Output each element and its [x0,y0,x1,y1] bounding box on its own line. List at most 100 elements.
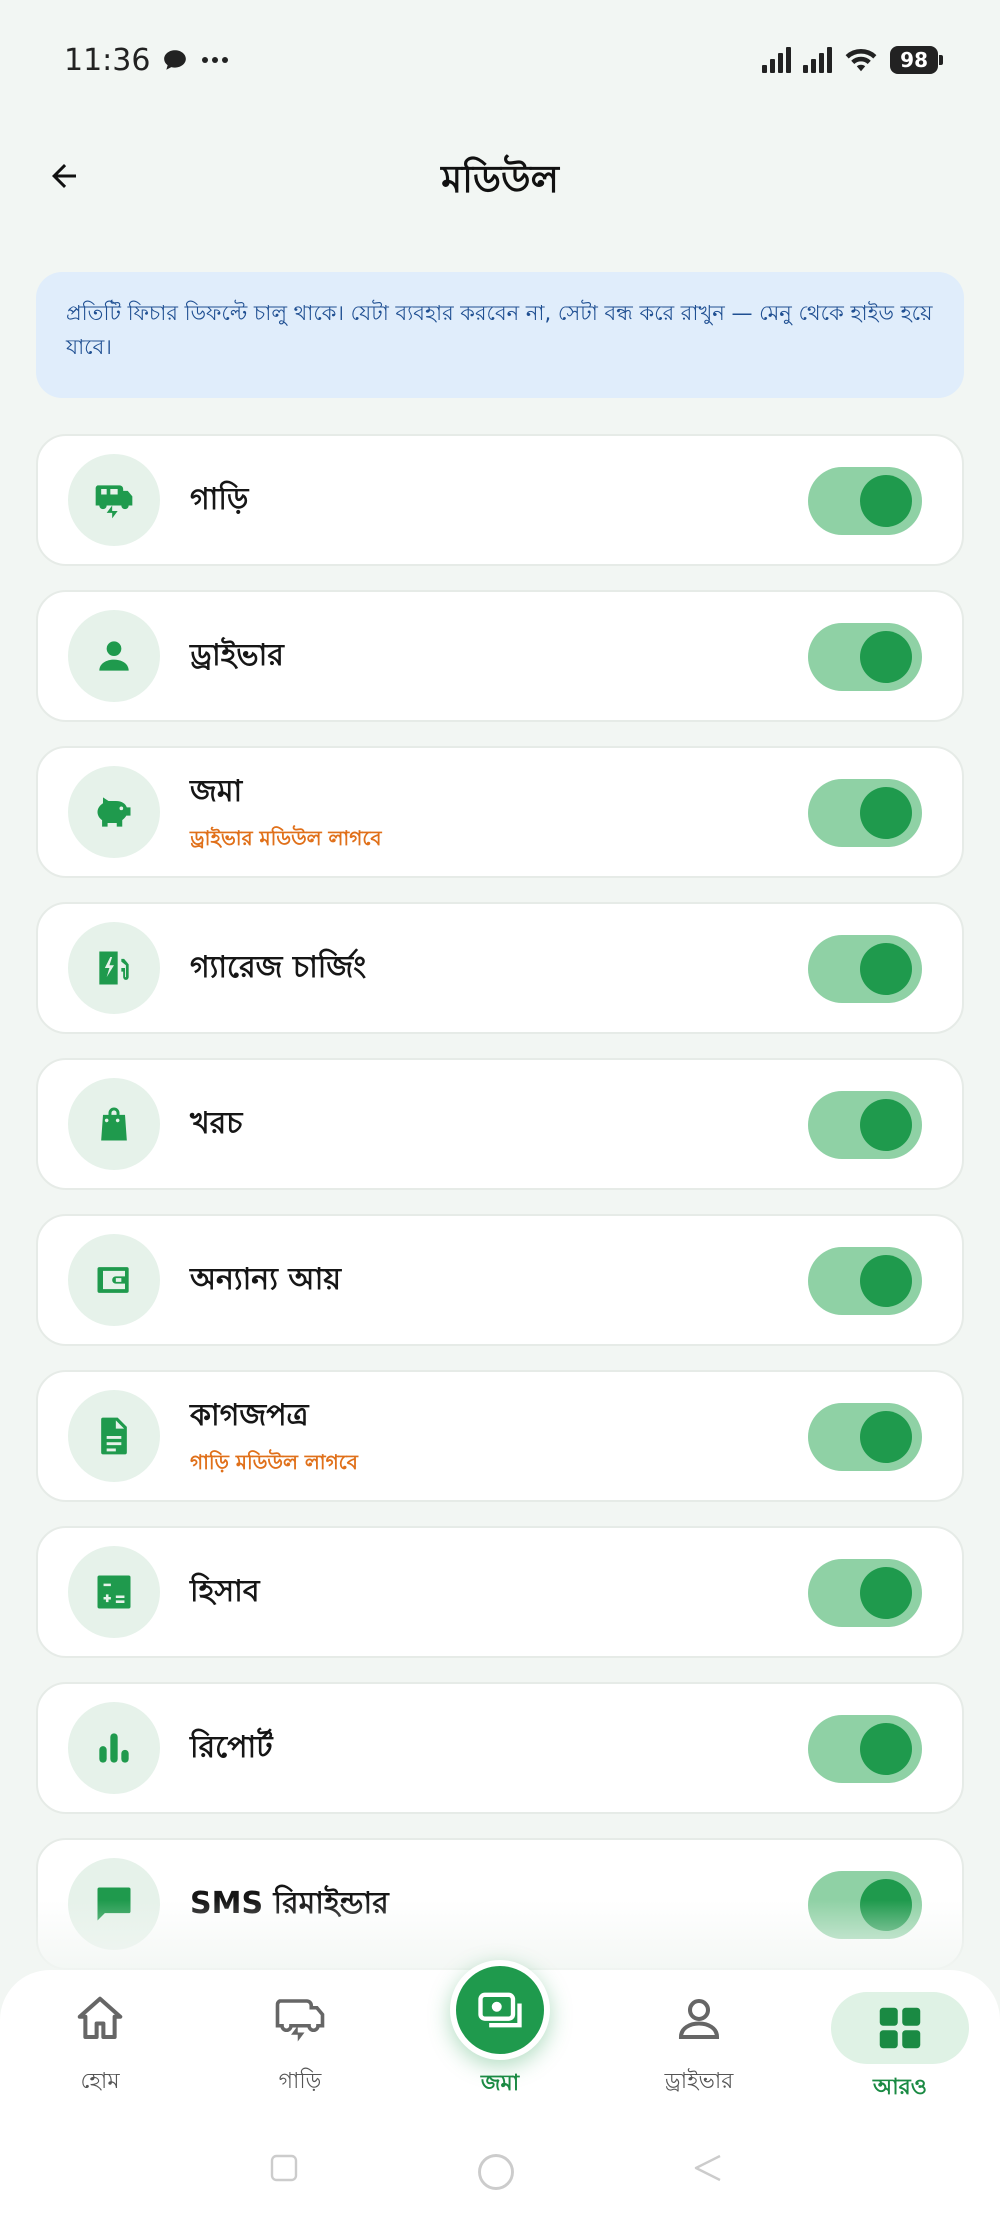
module-dependency-note: গাড়ি মডিউল লাগবে [190,1450,358,1474]
system-navigation-bar [0,2120,1000,2225]
toggle-knob [860,1723,912,1775]
piggy-bank-icon [97,797,131,827]
toggle-knob [860,631,912,683]
module-toggle-documents[interactable] [808,1403,922,1471]
module-label: অন্যান্য আয় [190,1261,342,1297]
module-card-accounts: হিসাব [36,1526,964,1658]
car-transfer-icon [95,485,133,519]
nav-active-pill [831,1992,969,2064]
module-label: ড্রাইভার [190,637,284,673]
wifi-icon [845,48,877,72]
module-card-cars: গাড়ি [36,434,964,566]
status-right: 98 [762,46,943,74]
nav-label: হোম [80,2069,120,2094]
module-icon [68,1078,160,1170]
toggle-knob [860,1411,912,1463]
nav-deposit[interactable]: জমা [420,1960,580,2103]
nav-label: গাড়ি [278,2069,322,2094]
module-label: গাড়ি [190,481,249,517]
module-label: খরচ [190,1105,243,1141]
nav-label: আরও [873,2075,927,2100]
module-text: খরচ [190,1099,242,1150]
nav-label: জমা [480,2071,520,2096]
module-card-reports: রিপোর্ট [36,1682,964,1814]
module-card-drivers: ড্রাইভার [36,590,964,722]
module-label: জমা [190,774,243,809]
module-label: রিপোর্ট [190,1729,273,1765]
battery-indicator: 98 [890,46,943,74]
module-text: অন্যান্য আয় [190,1255,341,1306]
bottom-navigation: হোম গাড়ি জমা ড্রাইভার আরও [0,1960,1000,2120]
car-transfer-icon [275,1999,325,2042]
wallet-icon [97,1267,129,1293]
nav-drivers[interactable]: ড্রাইভার [619,1992,779,2101]
module-icon [68,1234,160,1326]
shopping-bag-icon [101,1107,127,1141]
module-icon [68,922,160,1014]
module-text: জমা ড্রাইভার মডিউল লাগবে [190,767,382,857]
module-icon [68,1390,160,1482]
bar-chart-icon [99,1733,129,1763]
status-time: 11:36 [64,42,151,78]
module-icon [68,766,160,858]
module-text: কাগজপত্র গাড়ি মডিউল লাগবে [190,1391,358,1481]
toggle-knob [860,1567,912,1619]
module-toggle-cars[interactable] [808,467,922,535]
page-title: মডিউল [441,157,559,201]
module-text: গাড়ি [190,475,248,526]
module-text: রিপোর্ট [190,1723,273,1774]
header: মডিউল [0,130,1000,220]
nav-more[interactable]: আরও [820,1992,980,2107]
module-card-expense: খরচ [36,1058,964,1190]
person-icon [99,641,129,671]
module-label: হিসাব [190,1573,260,1609]
module-text: হিসাব [190,1567,260,1618]
document-icon [101,1417,127,1455]
toggle-knob [860,1255,912,1307]
person-icon [678,1998,720,2040]
nav-home[interactable]: হোম [20,1992,180,2101]
status-left: 11:36 [64,43,230,78]
module-toggle-deposit[interactable] [808,779,922,847]
calculator-icon [97,1575,131,1609]
module-toggle-reports[interactable] [808,1715,922,1783]
signal-icon [762,47,792,73]
module-icon [68,1546,160,1638]
toggle-knob [860,1099,912,1151]
module-dependency-note: ড্রাইভার মডিউল লাগবে [190,826,382,850]
recent-apps-icon[interactable] [266,2150,302,2186]
home-icon [77,1996,123,2040]
module-label: গ্যারেজ চার্জিং [190,949,367,985]
module-card-other-income: অন্যান্য আয় [36,1214,964,1346]
nav-cars[interactable]: গাড়ি [220,1992,380,2101]
module-icon [68,610,160,702]
module-toggle-accounts[interactable] [808,1559,922,1627]
status-bar: 11:36 98 [0,0,1000,120]
module-toggle-expense[interactable] [808,1091,922,1159]
module-text: ড্রাইভার [190,631,284,682]
module-list: গাড়ি ড্রাইভার জমা ড্রাইভার মডিউল লাগবে … [36,434,964,1994]
module-toggle-garage-charging[interactable] [808,935,922,1003]
module-card-deposit: জমা ড্রাইভার মডিউল লাগবে [36,746,964,878]
back-triangle-icon[interactable] [690,2150,726,2186]
signal-icon [803,47,833,73]
toggle-knob [860,943,912,995]
deposit-fab[interactable] [450,1960,550,2060]
ev-charging-icon [99,951,129,985]
info-banner: প্রতিটি ফিচার ডিফল্টে চালু থাকে। যেটা ব্… [36,272,964,398]
module-label: কাগজপত্র [190,1398,309,1433]
cash-icon [478,1992,522,2028]
module-toggle-other-income[interactable] [808,1247,922,1315]
chat-bubble-icon [164,50,187,70]
more-dots-icon [202,57,229,63]
module-icon [68,454,160,546]
module-text: গ্যারেজ চার্জিং [190,943,366,994]
toggle-knob [860,787,912,839]
home-circle-icon[interactable] [474,2150,518,2194]
module-card-documents: কাগজপত্র গাড়ি মডিউল লাগবে [36,1370,964,1502]
module-toggle-drivers[interactable] [808,623,922,691]
module-icon [68,1702,160,1794]
grid-icon [879,2007,921,2049]
module-card-garage-charging: গ্যারেজ চার্জিং [36,902,964,1034]
nav-label: ড্রাইভার [664,2069,734,2094]
